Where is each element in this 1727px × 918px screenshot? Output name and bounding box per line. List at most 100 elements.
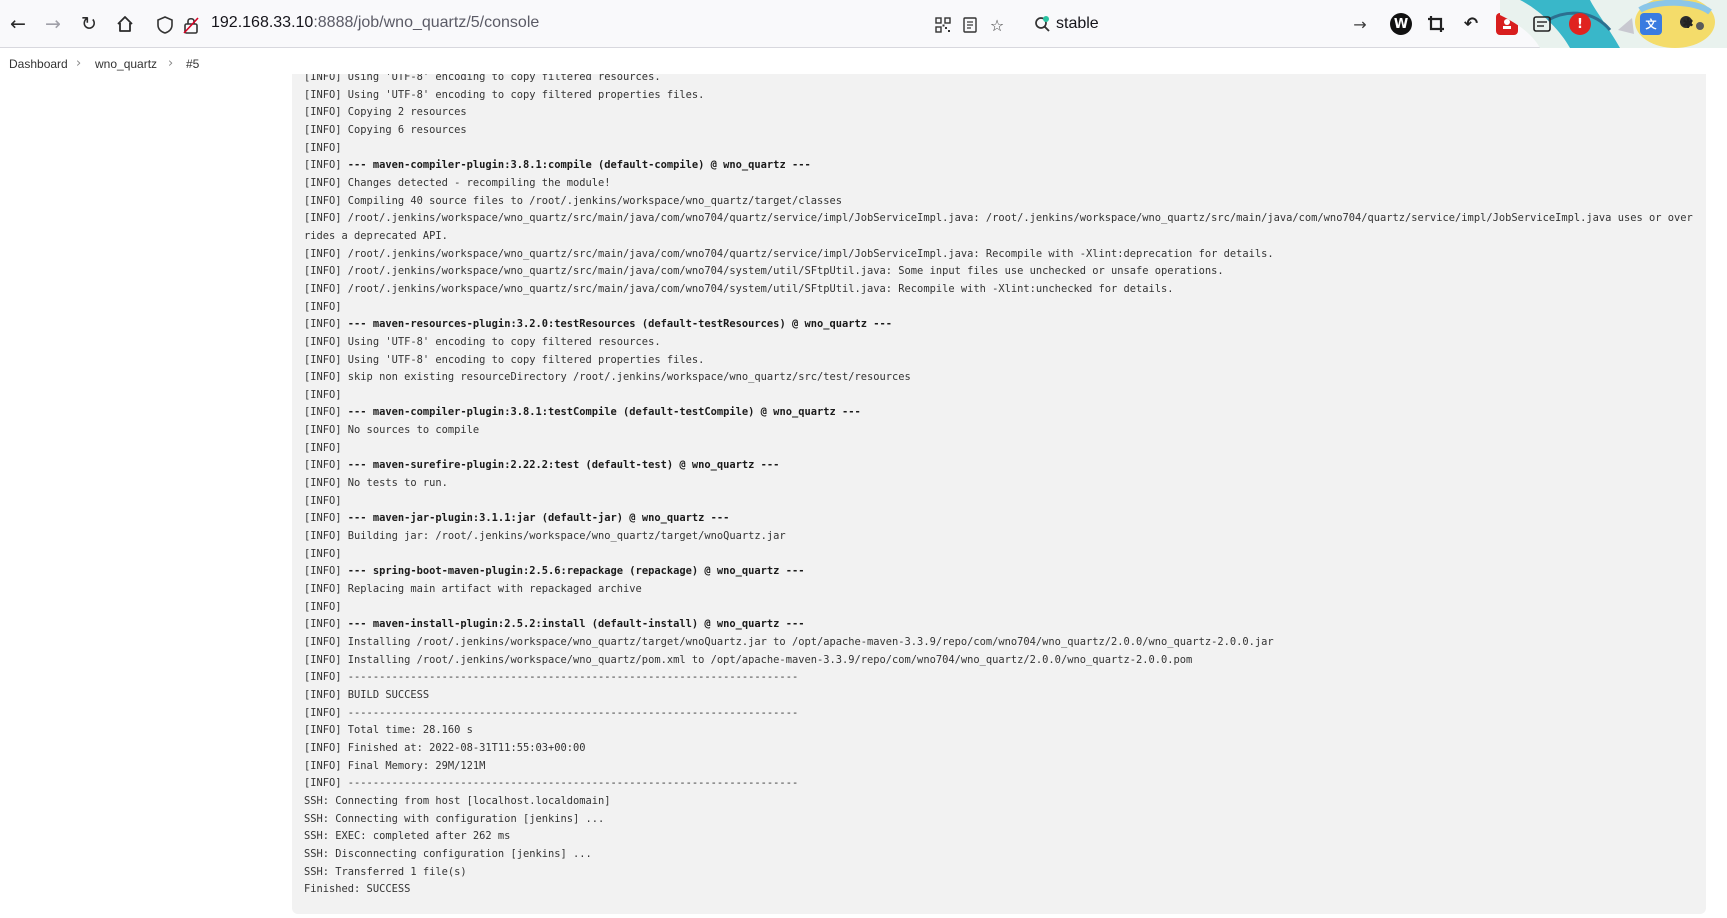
console-line: [INFO] Building jar: /root/.jenkins/work… bbox=[304, 528, 1699, 546]
console-line: [INFO] bbox=[304, 387, 1699, 405]
extension-shield-icon[interactable]: ! bbox=[1569, 13, 1591, 35]
back-arrow-icon[interactable]: ← bbox=[2, 8, 34, 40]
console-line: [INFO] bbox=[304, 299, 1699, 317]
console-line-text: [INFO] bbox=[304, 441, 342, 454]
console-line-text: [INFO] bbox=[304, 618, 348, 631]
console-line: [INFO] Compiling 40 source files to /roo… bbox=[304, 193, 1699, 211]
qr-code-icon[interactable] bbox=[932, 14, 954, 36]
url-host: 192.168.33.10 bbox=[211, 14, 314, 31]
extensions-puzzle-icon[interactable]: ✱ bbox=[1677, 13, 1699, 35]
search-bar[interactable]: stable → bbox=[1026, 7, 1376, 41]
console-line-plugin: --- maven-jar-plugin:3.1.1:jar (default-… bbox=[347, 512, 730, 525]
console-line-text: [INFO] skip non existing resourceDirecto… bbox=[304, 371, 911, 384]
console-line-text: [INFO] bbox=[304, 565, 348, 578]
console-line-plugin: --- maven-surefire-plugin:2.22.2:test (d… bbox=[347, 459, 780, 472]
console-line-text: [INFO] ---------------------------------… bbox=[304, 671, 799, 684]
console-line-text: [INFO] bbox=[304, 494, 342, 507]
reader-view-icon[interactable] bbox=[959, 14, 981, 36]
console-line: [INFO] Final Memory: 29M/121M bbox=[304, 758, 1699, 776]
console-line: [INFO] No tests to run. bbox=[304, 475, 1699, 493]
console-line: SSH: Connecting from host [localhost.loc… bbox=[304, 793, 1699, 811]
console-line-plugin: --- maven-compiler-plugin:3.8.1:testComp… bbox=[347, 406, 861, 419]
url-text[interactable]: 192.168.33.10:8888/job/wno_quartz/5/cons… bbox=[211, 14, 539, 32]
console-line: [INFO] Using 'UTF-8' encoding to copy fi… bbox=[304, 334, 1699, 352]
browser-toolbar: ← → ↻ 192.168.33.10:8888/job/wno_quartz/… bbox=[0, 0, 1727, 48]
console-line-text: [INFO] Building jar: /root/.jenkins/work… bbox=[304, 530, 786, 543]
console-line: [INFO] --- maven-compiler-plugin:3.8.1:c… bbox=[304, 157, 1699, 175]
extension-w-icon[interactable]: W bbox=[1390, 13, 1412, 35]
console-line: [INFO] --- maven-resources-plugin:3.2.0:… bbox=[304, 316, 1699, 334]
breadcrumb-job[interactable]: wno_quartz bbox=[95, 57, 157, 71]
console-line-text: SSH: Connecting from host [localhost.loc… bbox=[304, 794, 611, 807]
console-line-text: [INFO] Installing /root/.jenkins/workspa… bbox=[304, 636, 1274, 648]
console-line: [INFO] Copying 2 resources bbox=[304, 104, 1699, 122]
go-arrow-icon[interactable]: → bbox=[1349, 13, 1371, 35]
console-line-text: [INFO] bbox=[304, 406, 348, 419]
console-line: [INFO] /root/.jenkins/workspace/wno_quar… bbox=[304, 210, 1699, 245]
console-line-text: [INFO] bbox=[304, 318, 348, 331]
console-line-text: SSH: EXEC: completed after 262 ms bbox=[304, 830, 511, 843]
console-line-text: SSH: Transferred 1 file(s) bbox=[304, 865, 467, 878]
console-line: [INFO] Using 'UTF-8' encoding to copy fi… bbox=[304, 87, 1699, 105]
console-line: [INFO] --- maven-surefire-plugin:2.22.2:… bbox=[304, 457, 1699, 475]
translate-icon[interactable]: 文 bbox=[1640, 13, 1662, 35]
console-line-text: [INFO] bbox=[304, 388, 342, 401]
console-line-text: [INFO] No sources to compile bbox=[304, 424, 480, 437]
forward-arrow-icon[interactable]: → bbox=[37, 8, 69, 40]
bookmark-star-icon[interactable]: ☆ bbox=[986, 14, 1008, 36]
console-line-text: [INFO] Total time: 28.160 s bbox=[304, 724, 473, 737]
console-line-plugin: --- maven-compiler-plugin:3.8.1:compile … bbox=[347, 159, 811, 172]
address-bar[interactable]: 192.168.33.10:8888/job/wno_quartz/5/cons… bbox=[146, 7, 1023, 41]
chevron-right-icon: › bbox=[168, 56, 174, 71]
console-line-text: [INFO] Changes detected - recompiling th… bbox=[304, 176, 611, 189]
console-line: [INFO] --- maven-compiler-plugin:3.8.1:t… bbox=[304, 404, 1699, 422]
crop-screenshot-icon[interactable] bbox=[1425, 13, 1447, 35]
breadcrumb-build[interactable]: #5 bbox=[186, 57, 199, 71]
console-line-text: [INFO] Using 'UTF-8' encoding to copy fi… bbox=[304, 335, 661, 348]
console-line-text: [INFO] Using 'UTF-8' encoding to copy fi… bbox=[304, 353, 705, 366]
console-line: [INFO] bbox=[304, 440, 1699, 458]
console-line: [INFO] ---------------------------------… bbox=[304, 775, 1699, 793]
console-line: SSH: EXEC: completed after 262 ms bbox=[304, 828, 1699, 846]
console-line: [INFO] ---------------------------------… bbox=[304, 705, 1699, 723]
search-input[interactable]: stable bbox=[1056, 15, 1099, 33]
console-line: [INFO] Using 'UTF-8' encoding to copy fi… bbox=[304, 352, 1699, 370]
console-line-text: [INFO] Finished at: 2022-08-31T11:55:03+… bbox=[304, 741, 586, 754]
console-line-text: [INFO] ---------------------------------… bbox=[304, 777, 799, 790]
console-text: [INFO] Using 'UTF-8' encoding to copy fi… bbox=[304, 74, 1699, 899]
console-line: [INFO] /root/.jenkins/workspace/wno_quar… bbox=[304, 281, 1699, 299]
insecure-lock-icon[interactable] bbox=[180, 14, 202, 36]
console-line: [INFO] Using 'UTF-8' encoding to copy fi… bbox=[304, 74, 1699, 87]
console-line: Finished: SUCCESS bbox=[304, 881, 1699, 899]
console-line-text: [INFO] /root/.jenkins/workspace/wno_quar… bbox=[304, 265, 1224, 278]
undo-arrow-icon[interactable]: ↶ bbox=[1460, 13, 1482, 35]
read-later-icon[interactable] bbox=[1531, 13, 1553, 35]
console-line: SSH: Transferred 1 file(s) bbox=[304, 864, 1699, 882]
console-line-text: SSH: Connecting with configuration [jenk… bbox=[304, 812, 605, 825]
console-line: [INFO] Replacing main artifact with repa… bbox=[304, 581, 1699, 599]
chevron-right-icon: › bbox=[76, 56, 82, 71]
console-line-text: [INFO] Compiling 40 source files to /roo… bbox=[304, 194, 842, 207]
reload-icon[interactable]: ↻ bbox=[73, 8, 105, 40]
console-line-text: [INFO] /root/.jenkins/workspace/wno_quar… bbox=[304, 212, 1693, 242]
console-line-text: Finished: SUCCESS bbox=[304, 883, 411, 896]
console-line: [INFO] --- maven-jar-plugin:3.1.1:jar (d… bbox=[304, 510, 1699, 528]
console-line: [INFO] /root/.jenkins/workspace/wno_quar… bbox=[304, 246, 1699, 264]
console-line: [INFO] Installing /root/.jenkins/workspa… bbox=[304, 652, 1699, 670]
console-line: [INFO] Total time: 28.160 s bbox=[304, 722, 1699, 740]
console-line-text: SSH: Disconnecting configuration [jenkin… bbox=[304, 847, 592, 860]
console-line-text: [INFO] /root/.jenkins/workspace/wno_quar… bbox=[304, 247, 1274, 260]
console-line-text: [INFO] bbox=[304, 300, 342, 313]
tracking-shield-icon[interactable] bbox=[154, 14, 176, 36]
url-path: :8888/job/wno_quartz/5/console bbox=[313, 14, 540, 31]
console-line: [INFO] Changes detected - recompiling th… bbox=[304, 175, 1699, 193]
console-line-text: [INFO] bbox=[304, 159, 348, 172]
breadcrumb-dashboard[interactable]: Dashboard bbox=[9, 57, 68, 71]
console-line-text: [INFO] Using 'UTF-8' encoding to copy fi… bbox=[304, 74, 661, 83]
console-line-text: [INFO] bbox=[304, 600, 342, 613]
console-line-plugin: --- maven-install-plugin:2.5.2:install (… bbox=[347, 618, 805, 631]
console-output: [INFO] Using 'UTF-8' encoding to copy fi… bbox=[292, 74, 1706, 914]
console-line-text: [INFO] ---------------------------------… bbox=[304, 706, 799, 719]
console-line-plugin: --- maven-resources-plugin:3.2.0:testRes… bbox=[347, 318, 893, 331]
home-icon[interactable] bbox=[109, 8, 141, 40]
